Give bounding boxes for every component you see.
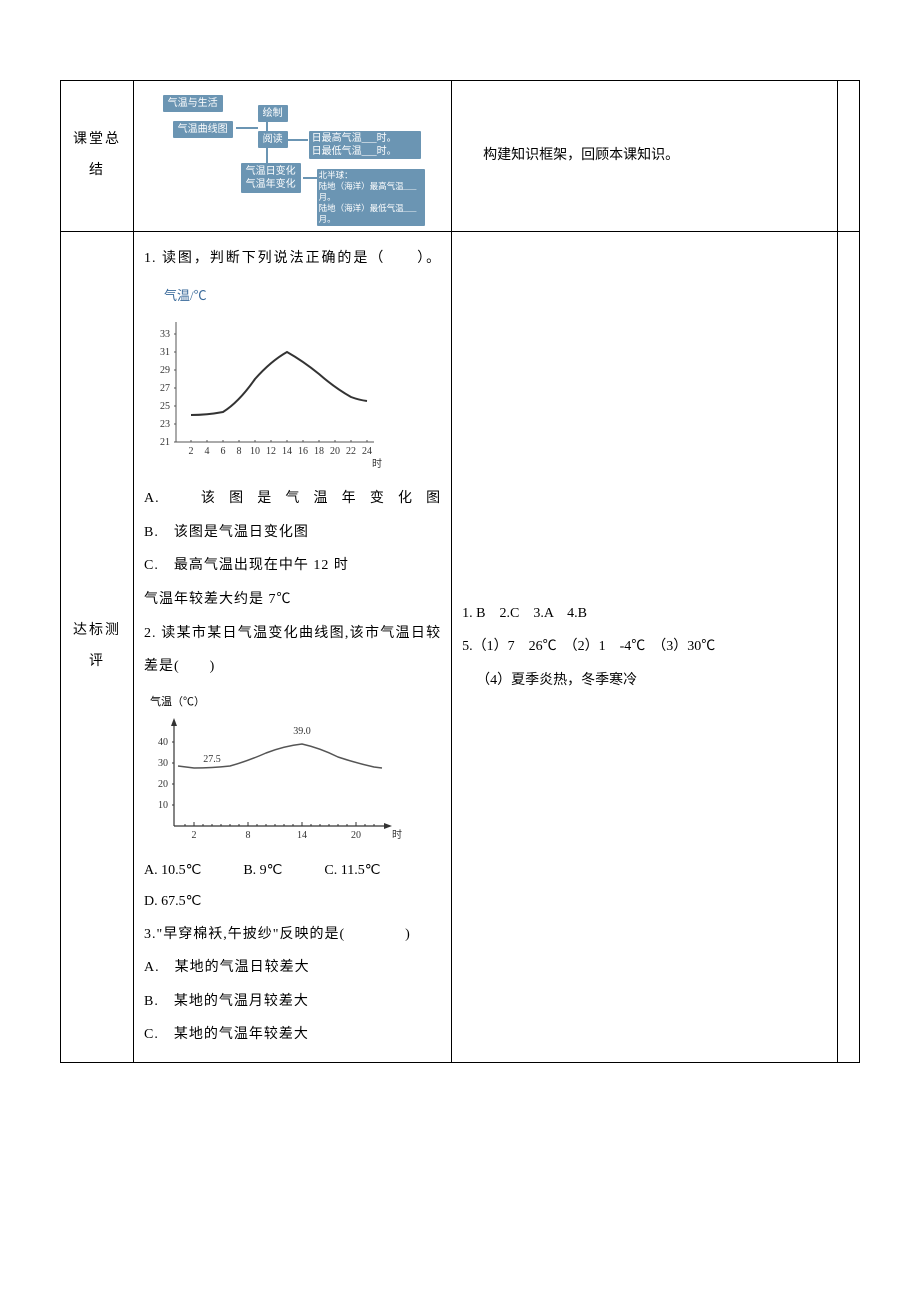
svg-text:20: 20 [351,830,361,841]
diagram-box-2: 气温曲线图 [173,121,233,138]
diagram-box-4: 阅读 [258,131,288,148]
svg-text:14: 14 [297,830,307,841]
diagram-text: 陆地（海洋）最低气温___月。 [319,203,417,224]
row-assessment-questions: 1. 读图，判断下列说法正确的是（ ）。 气温/℃ 21 23 25 27 29… [134,232,452,1063]
x-ticks: 2 4 6 8 10 12 14 16 18 20 22 24 [189,440,373,457]
q1-chart: 气温/℃ 21 23 25 27 29 31 33 [144,282,441,473]
svg-text:10: 10 [158,800,168,811]
temperature-daily-chart-1: 21 23 25 27 29 31 33 2 4 6 8 10 [144,312,384,472]
q1-ylabel: 气温/℃ [164,282,441,311]
lesson-table: 课堂总结 气温与生活 气温曲线图 绘制 阅读 日最高气温___时。 日最低气温_… [60,80,860,1063]
diagram-connector [266,147,268,163]
q3-optA: A. 某地的气温日较差大 [144,951,441,985]
diagram-connector [266,121,268,131]
row-assessment-empty [838,232,860,1063]
svg-text:18: 18 [314,446,324,457]
knowledge-diagram: 气温与生活 气温曲线图 绘制 阅读 日最高气温___时。 日最低气温___时。 … [163,91,423,221]
svg-text:4: 4 [205,446,210,457]
diagram-box-6: 气温日变化 气温年变化 [241,163,301,193]
svg-text:20: 20 [330,446,340,457]
diagram-text: 陆地（海洋）最高气温___月。 [319,181,417,202]
row-summary-label: 课堂总结 [61,81,134,232]
summary-text: 构建知识框架，回顾本课知识。 [462,141,827,172]
diagram-box-1: 气温与生活 [163,95,223,112]
svg-text:16: 16 [298,446,308,457]
svg-text:40: 40 [158,737,168,748]
low-label: 27.5 [203,754,221,765]
y-ticks: 21 23 25 27 29 31 33 [160,329,176,448]
q1-optC: C. 最高气温出现在中午 12 时 [144,549,441,583]
diagram-text: 日最高气温___时。 [312,133,397,144]
q3-optC: C. 某地的气温年较差大 [144,1018,441,1052]
svg-text:25: 25 [160,401,170,412]
svg-text:24: 24 [362,446,372,457]
svg-text:2: 2 [189,446,194,457]
row-assessment: 达标测评 1. 读图，判断下列说法正确的是（ ）。 气温/℃ 21 23 25 … [61,232,860,1063]
answers-line2: 5.（1）7 26℃ （2）1 -4℃ （3）30℃ [462,630,827,664]
svg-text:29: 29 [160,365,170,376]
row-summary-right: 构建知识框架，回顾本课知识。 [452,81,838,232]
q2-optD: D. 67.5℃ [144,887,441,918]
q2-xlabel: 时 [392,829,402,841]
diagram-text: 日最低气温___时。 [312,146,397,157]
svg-text:2: 2 [192,830,197,841]
row-assessment-answers: 1. B 2.C 3.A 4.B 5.（1）7 26℃ （2）1 -4℃ （3）… [452,232,838,1063]
peak-label: 39.0 [293,726,311,737]
svg-text:12: 12 [266,446,276,457]
diagram-text: 气温年变化 [246,179,296,190]
q1-stem: 1. 读图，判断下列说法正确的是（ ）。 [144,242,441,276]
diagram-connector [288,139,308,141]
svg-text:20: 20 [158,779,168,790]
row-assessment-label: 达标测评 [61,232,134,1063]
q1-optA: A. 该图是气温年变化图 [144,482,441,516]
answers-line1: 1. B 2.C 3.A 4.B [462,597,827,631]
diagram-box-7: 北半球： 陆地（海洋）最高气温___月。 陆地（海洋）最低气温___月。 [317,169,425,226]
row-summary-diagram-cell: 气温与生活 气温曲线图 绘制 阅读 日最高气温___时。 日最低气温___时。 … [134,81,452,232]
q3-optB: B. 某地的气温月较差大 [144,985,441,1019]
diagram-text: 气温日变化 [246,166,296,177]
svg-text:23: 23 [160,419,170,430]
diagram-connector [303,177,317,179]
q2-stem: 2. 读某市某日气温变化曲线图,该市气温日较差是( ) [144,617,441,684]
q2-opts: A. 10.5℃ B. 9℃ C. 11.5℃ [144,856,441,887]
temperature-curve [191,352,367,415]
row-summary-empty [838,81,860,232]
svg-text:31: 31 [160,347,170,358]
answers-line3: （4）夏季炎热，冬季寒冷 [462,664,827,698]
diagram-text: 北半球： [319,170,353,180]
svg-text:6: 6 [221,446,226,457]
row-summary: 课堂总结 气温与生活 气温曲线图 绘制 阅读 日最高气温___时。 日最低气温_… [61,81,860,232]
temperature-daily-chart-2: 10 20 30 40 2 8 14 20 [144,716,404,846]
svg-text:21: 21 [160,437,170,448]
diagram-connector [236,127,258,129]
q1-optD: 气温年较差大约是 7℃ [144,583,441,617]
q1-xlabel: 时 [372,458,382,470]
svg-text:14: 14 [282,446,292,457]
q2-ylabel: 气温（℃） [150,690,441,714]
q2-chart: 气温（℃） 10 20 30 40 2 8 14 20 [144,690,441,846]
diagram-box-3: 绘制 [258,105,288,122]
q1-optB: B. 该图是气温日变化图 [144,516,441,550]
svg-text:8: 8 [246,830,251,841]
svg-text:8: 8 [237,446,242,457]
svg-text:33: 33 [160,329,170,340]
svg-text:30: 30 [158,758,168,769]
svg-text:10: 10 [250,446,260,457]
svg-text:27: 27 [160,383,170,394]
diagram-box-5: 日最高气温___时。 日最低气温___时。 [309,131,421,159]
q3-stem: 3."早穿棉袄,午披纱"反映的是( ) [144,918,441,952]
svg-text:22: 22 [346,446,356,457]
